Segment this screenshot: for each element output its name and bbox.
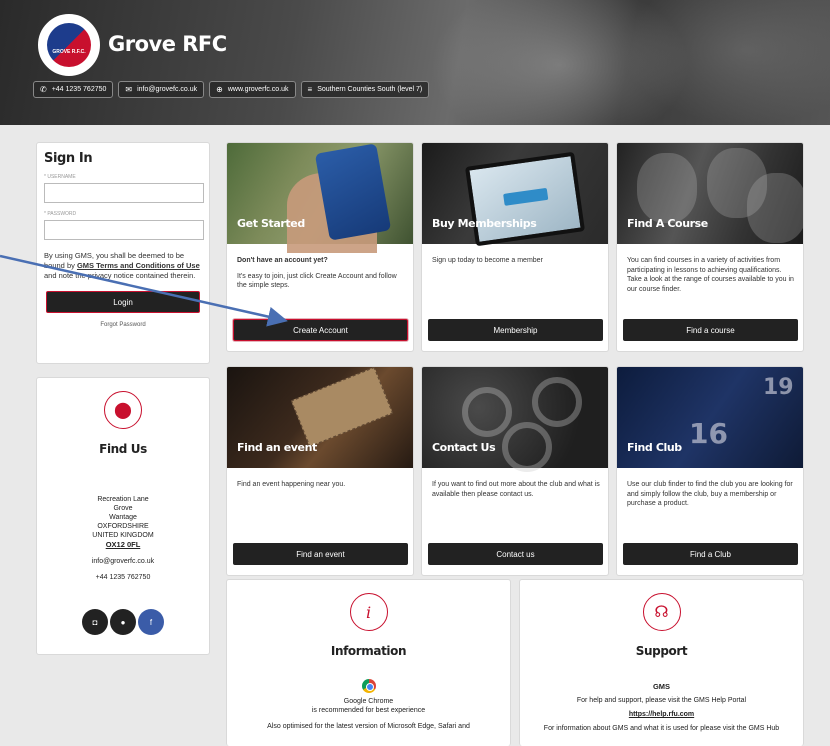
- globe-icon: ⊕: [216, 85, 223, 94]
- password-label: * PASSWORD: [44, 211, 77, 217]
- league-icon: ≡: [307, 85, 313, 94]
- find-us-phone: +44 1235 762750: [95, 574, 151, 581]
- browser-name: Google Chrome: [343, 698, 394, 705]
- tile-text: Find an event happening near you.: [237, 481, 346, 488]
- logo-text: GROVE R.F.C.: [52, 49, 86, 55]
- membership-button[interactable]: Membership: [428, 319, 603, 341]
- social-links: ◘ ● f: [37, 609, 209, 635]
- contact-us-button[interactable]: Contact us: [428, 543, 603, 565]
- address-line: Wantage: [109, 514, 137, 521]
- tile-body: Sign up today to become a member: [432, 256, 602, 266]
- forgot-password-link[interactable]: Forgot Password: [44, 322, 202, 328]
- tile-text: It's easy to join, just click Create Acc…: [237, 272, 397, 290]
- help-text: For help and support, please visit the G…: [576, 697, 747, 704]
- tile-text: Use our club finder to find the club you…: [627, 481, 793, 507]
- postcode-link[interactable]: OX12 0FL: [37, 540, 209, 549]
- information-card: i Information Google Chrome is recommend…: [226, 579, 511, 746]
- tile-find-event: Find an event Find an event happening ne…: [226, 366, 414, 576]
- address-line: Grove: [113, 505, 133, 512]
- find-club-button[interactable]: Find a Club: [623, 543, 798, 565]
- email-icon: ✉: [125, 85, 133, 94]
- headset-icon: ☊: [642, 593, 681, 631]
- tile-body: If you want to find out more about the c…: [432, 480, 602, 499]
- tile-title: Get Started: [237, 217, 305, 230]
- info-icon: i: [349, 593, 388, 631]
- username-input[interactable]: [44, 183, 204, 203]
- tile-title: Buy Memberships: [432, 217, 537, 230]
- tile-contact-us: Contact Us If you want to find out more …: [421, 366, 609, 576]
- address-line: Recreation Lane: [97, 496, 149, 503]
- find-us-card: ⬤ Find Us Recreation Lane Grove Wantage …: [36, 377, 210, 655]
- signin-title: Sign In: [44, 151, 93, 166]
- find-us-title: Find Us: [99, 442, 147, 456]
- email-pill[interactable]: ✉ info@grovefc.co.uk: [118, 81, 205, 98]
- find-us-email[interactable]: info@groverfc.co.uk: [37, 558, 209, 565]
- address-line: OXFORDSHIRE: [97, 523, 149, 530]
- contact-bar: ✆ +44 1235 762750 ✉ info@grovefc.co.uk ⊕ ww…: [33, 81, 430, 98]
- tile-title: Find Club: [627, 441, 682, 454]
- tile-get-started: Get Started Don't have an account yet? It…: [226, 142, 414, 352]
- email-text: info@grovefc.co.uk: [137, 86, 198, 93]
- twitter-icon[interactable]: ●: [110, 609, 136, 635]
- tile-find-course: Find A Course You can find courses in a …: [616, 142, 804, 352]
- club-name: Grove RFC: [108, 32, 227, 56]
- information-title: Information: [330, 644, 407, 658]
- phone-icon: ✆: [40, 85, 47, 94]
- phone-text: +44 1235 762750: [51, 86, 107, 93]
- gms-label: GMS: [652, 682, 671, 691]
- login-button[interactable]: Login: [46, 291, 200, 313]
- website-text: www.groverfc.co.uk: [227, 86, 289, 93]
- find-event-button[interactable]: Find an event: [233, 543, 408, 565]
- tile-heading: Don't have an account yet?: [237, 257, 328, 264]
- tile-text: If you want to find out more about the c…: [432, 481, 600, 498]
- club-logo[interactable]: GROVE R.F.C.: [38, 14, 100, 76]
- tile-text: You can find courses in a variety of act…: [627, 257, 794, 293]
- league-pill: ≡ Southern Counties South (level 7): [300, 81, 430, 98]
- find-course-button[interactable]: Find a course: [623, 319, 798, 341]
- browser-recommendation: is recommended for best experience: [311, 707, 426, 714]
- phone-pill[interactable]: ✆ +44 1235 762750: [33, 81, 114, 98]
- tile-body: Find an event happening near you.: [237, 480, 407, 490]
- terms-notice: By using GMS, you shall be deemed to be …: [44, 251, 200, 280]
- club-header: GROVE R.F.C. Grove RFC ✆ +44 1235 762750 …: [0, 0, 830, 125]
- tile-body: You can find courses in a variety of act…: [627, 256, 797, 294]
- chrome-logo-icon: [361, 679, 376, 693]
- password-input[interactable]: [44, 220, 204, 240]
- support-card: ☊ Support GMS For help and support, plea…: [519, 579, 804, 746]
- tile-title: Find A Course: [627, 217, 708, 230]
- club-crest: [47, 23, 91, 67]
- address-line: UNITED KINGDOM: [92, 532, 154, 539]
- tile-find-club: 16 19 Find Club Use our club finder to f…: [616, 366, 804, 576]
- username-label: * USERNAME: [44, 174, 76, 180]
- instagram-icon[interactable]: ◘: [82, 609, 108, 635]
- league-text: Southern Counties South (level 7): [317, 86, 423, 93]
- signin-card: Sign In * USERNAME * PASSWORD By using G…: [36, 142, 210, 364]
- tile-body: Don't have an account yet? It's easy to j…: [237, 256, 407, 291]
- browser-also-supported: Also optimised for the latest version of…: [267, 723, 470, 730]
- address-block: Recreation Lane Grove Wantage OXFORDSHIR…: [37, 495, 209, 549]
- location-pin-icon: ⬤: [104, 391, 142, 429]
- support-title: Support: [635, 644, 688, 658]
- website-pill[interactable]: ⊕ www.groverfc.co.uk: [209, 81, 296, 98]
- create-account-button[interactable]: Create Account: [233, 319, 408, 341]
- tile-text: Sign up today to become a member: [432, 257, 543, 264]
- tile-title: Find an event: [237, 441, 317, 454]
- tile-title: Contact Us: [432, 441, 496, 454]
- terms-link[interactable]: GMS Terms and Conditions of Use: [77, 261, 200, 270]
- tile-body: Use our club finder to find the club you…: [627, 480, 797, 509]
- facebook-icon[interactable]: f: [138, 609, 164, 635]
- tile-buy-memberships: Buy Memberships Sign up today to become …: [421, 142, 609, 352]
- hub-text: For information about GMS and what it is…: [543, 725, 780, 732]
- help-portal-link[interactable]: https://help.rfu.com: [520, 710, 803, 719]
